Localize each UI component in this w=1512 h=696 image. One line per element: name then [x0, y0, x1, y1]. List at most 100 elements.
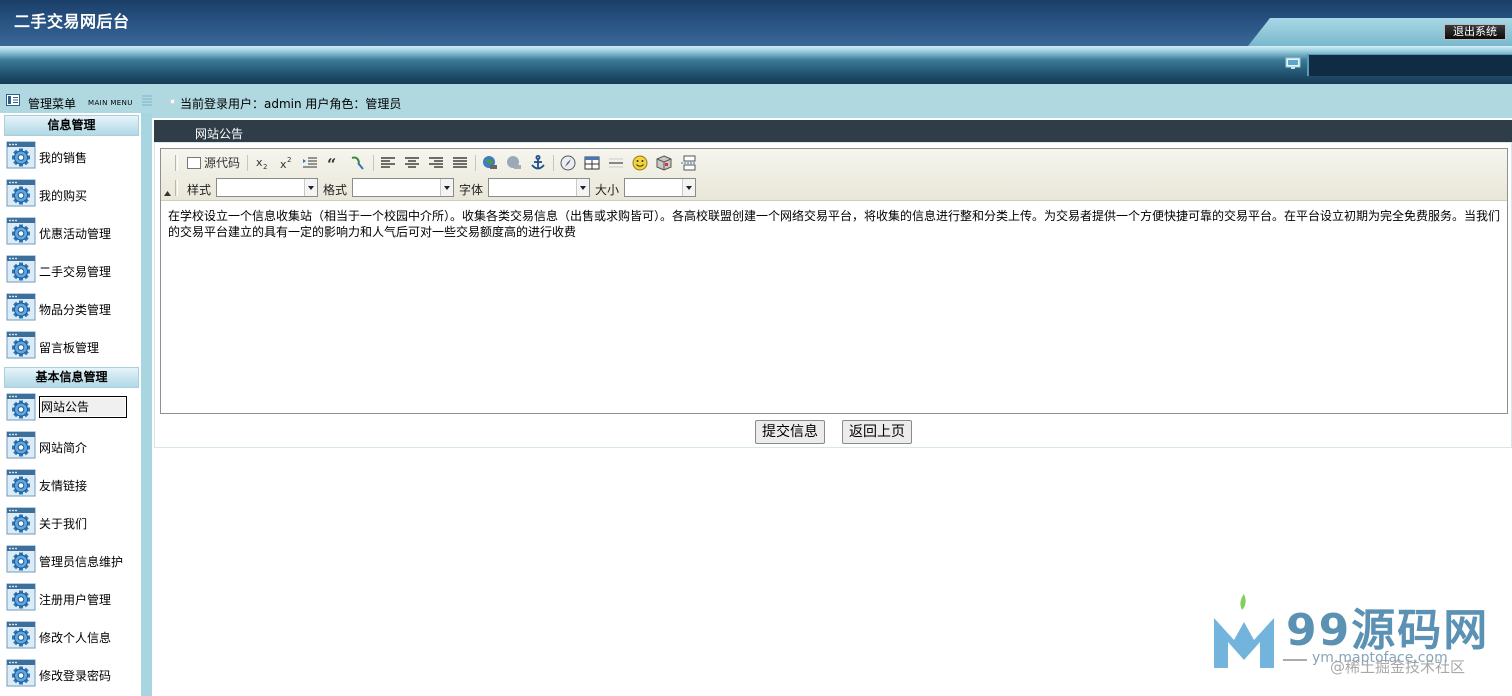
horizontal-rule-button[interactable]: [607, 154, 625, 172]
toolbar-separator: [247, 155, 248, 171]
toolbar-grip: [175, 180, 178, 196]
sidebar-divider: [141, 113, 152, 696]
indent-icon: [303, 157, 317, 168]
sidebar-item-site-intro[interactable]: 网站简介: [6, 431, 138, 461]
sidebar-item-message-board[interactable]: 留言板管理: [6, 331, 138, 361]
section-header-basic: 基本信息管理: [4, 367, 139, 388]
align-center-icon: [405, 157, 419, 168]
chevron-down-icon: [682, 179, 695, 196]
current-user-info: 当前登录用户：admin 用户角色：管理员: [180, 97, 402, 111]
superscript-icon: x2: [280, 156, 291, 171]
menu-lines-icon: [142, 95, 152, 106]
svg-text:2: 2: [287, 156, 291, 164]
size-select[interactable]: [624, 178, 696, 197]
sidebar-item-label: 注册用户管理: [39, 593, 112, 607]
flash-button[interactable]: [559, 154, 577, 172]
subscript-button[interactable]: x2: [253, 154, 271, 172]
indent-button[interactable]: [301, 154, 319, 172]
menu-title: 管理菜单: [28, 97, 77, 111]
chevron-down-icon: [440, 179, 453, 196]
gear-icon: [6, 331, 36, 359]
smiley-icon: [632, 155, 648, 171]
sidebar-item-change-password[interactable]: 修改登录密码: [6, 659, 138, 689]
link-button[interactable]: [481, 154, 499, 172]
sidebar-item-label: 修改个人信息: [39, 631, 112, 645]
watermark-logo: [1214, 594, 1274, 668]
bullet-icon: [170, 99, 175, 104]
sidebar-item-label: 网站简介: [39, 441, 88, 455]
sidebar-item-label: 物品分类管理: [39, 303, 112, 317]
align-right-icon: [429, 157, 443, 168]
style-select[interactable]: [216, 178, 318, 197]
sidebar-item-label: 二手交易管理: [39, 265, 112, 279]
smiley-button[interactable]: [631, 154, 649, 172]
sidebar-item-my-purchases[interactable]: 我的购买: [6, 179, 138, 209]
gear-icon: [6, 583, 36, 611]
gear-icon: [6, 469, 36, 497]
sidebar-item-label: 管理员信息维护: [39, 555, 124, 569]
logout-button[interactable]: 退出系统: [1444, 24, 1506, 40]
sidebar-item-category-management[interactable]: 物品分类管理: [6, 293, 138, 323]
sidebar: 信息管理 我的销售 我的购买 优惠活动管理 二手交易管理 物品分类管理 留言板管…: [0, 113, 141, 696]
toolbar-separator: [553, 155, 554, 171]
anchor-button[interactable]: [529, 154, 547, 172]
align-right-button[interactable]: [427, 154, 445, 172]
justify-button[interactable]: [451, 154, 469, 172]
cube-icon: [656, 155, 672, 171]
source-icon: [187, 157, 201, 169]
sidebar-item-trade-management[interactable]: 二手交易管理: [6, 255, 138, 285]
back-button[interactable]: 返回上页: [842, 420, 912, 444]
sidebar-item-label: 优惠活动管理: [39, 227, 112, 241]
page-break-button[interactable]: [679, 154, 697, 172]
gear-icon: [6, 217, 36, 245]
section-header-info: 信息管理: [4, 115, 139, 136]
link-globe-icon: [483, 156, 497, 169]
gear-icon: [6, 659, 36, 687]
svg-text:“: “: [327, 155, 336, 172]
superscript-button[interactable]: x2: [277, 154, 295, 172]
sidebar-item-site-notice[interactable]: 网站公告: [6, 393, 138, 423]
sidebar-item-friend-links[interactable]: 友情链接: [6, 469, 138, 499]
style-label: 样式: [187, 183, 212, 197]
header-dark-panel: [1307, 54, 1512, 76]
chevron-down-icon: [304, 179, 317, 196]
sidebar-item-edit-profile[interactable]: 修改个人信息: [6, 621, 138, 651]
div-container-button[interactable]: [349, 154, 367, 172]
sidebar-item-label: 友情链接: [39, 479, 88, 493]
sidebar-item-user-management[interactable]: 注册用户管理: [6, 583, 138, 613]
panel-title: 网站公告: [195, 127, 244, 141]
rich-text-editor: 源代码 x2 x2 “ 样式 格式 字体 大小 在学校设立一个信息收集站（相当于…: [160, 148, 1508, 414]
unlink-button[interactable]: [505, 154, 523, 172]
sidebar-item-about-us[interactable]: 关于我们: [6, 507, 138, 537]
gear-icon: [6, 431, 36, 459]
align-left-icon: [381, 157, 395, 168]
editor-content[interactable]: 在学校设立一个信息收集站（相当于一个校园中介所）。收集各类交易信息（出售或求购皆…: [168, 208, 1502, 240]
toolbar-separator: [475, 155, 476, 171]
watermark-dash: [1283, 659, 1307, 661]
svg-text:2: 2: [263, 163, 267, 171]
align-center-button[interactable]: [403, 154, 421, 172]
font-select[interactable]: [488, 178, 590, 197]
sidebar-item-label: 网站公告: [39, 396, 127, 418]
table-button[interactable]: [583, 154, 601, 172]
sub-bar: 管理菜单 MAIN MENU 当前登录用户：admin 用户角色：管理员: [0, 84, 1512, 118]
gear-icon: [6, 393, 36, 421]
sidebar-item-admin-info[interactable]: 管理员信息维护: [6, 545, 138, 575]
submit-button[interactable]: 提交信息: [755, 420, 825, 444]
top-header: 二手交易网后台 退出系统: [0, 0, 1512, 46]
format-select[interactable]: [352, 178, 454, 197]
sidebar-item-my-sales[interactable]: 我的销售: [6, 141, 138, 171]
sidebar-item-promotions[interactable]: 优惠活动管理: [6, 217, 138, 247]
special-char-button[interactable]: [655, 154, 673, 172]
gear-icon: [6, 545, 36, 573]
gear-icon: [6, 621, 36, 649]
align-left-button[interactable]: [379, 154, 397, 172]
toolbar-collapse-icon[interactable]: [164, 191, 171, 196]
source-code-button[interactable]: 源代码: [184, 154, 242, 172]
justify-icon: [453, 157, 467, 168]
svg-text:x: x: [256, 156, 263, 169]
blockquote-button[interactable]: “: [325, 154, 343, 172]
sidebar-item-label: 我的购买: [39, 189, 88, 203]
gear-icon: [6, 293, 36, 321]
menu-title-en: MAIN MENU: [88, 99, 133, 107]
